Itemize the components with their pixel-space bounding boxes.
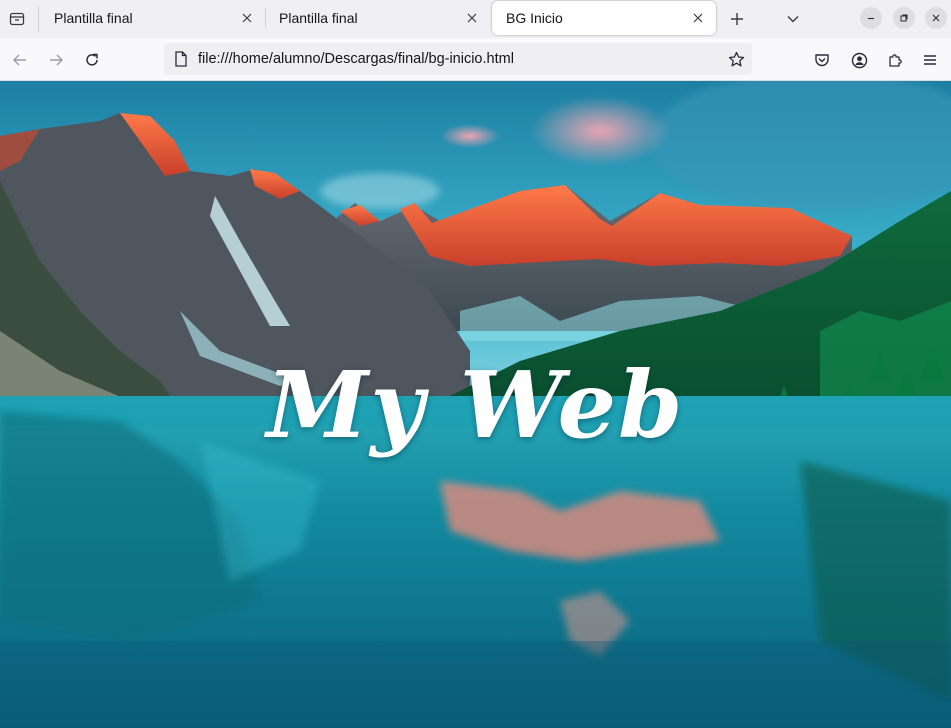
tab-list-icon: [9, 12, 25, 26]
tab-close-button[interactable]: [688, 8, 708, 28]
hamburger-icon: [924, 55, 936, 65]
page-content: My Web: [0, 81, 951, 728]
chevron-down-icon: [787, 16, 799, 23]
hero-title: My Web: [266, 351, 685, 459]
url-text[interactable]: file:///home/alumno/Descargas/final/bg-i…: [198, 51, 720, 67]
divider: [38, 6, 39, 32]
tab-plantilla-final-1[interactable]: Plantilla final: [40, 0, 265, 36]
minimize-icon: [868, 17, 874, 20]
close-icon: [693, 13, 703, 23]
minimize-button[interactable]: [860, 7, 882, 29]
tab-title: Plantilla final: [279, 10, 358, 26]
tab-strip: Plantilla final Plantilla final BG Inici…: [0, 0, 951, 38]
tab-close-button[interactable]: [237, 8, 257, 28]
pocket-button[interactable]: [808, 46, 836, 74]
extensions-button[interactable]: [881, 46, 909, 74]
navigation-toolbar: file:///home/alumno/Descargas/final/bg-i…: [0, 38, 951, 81]
close-icon: [467, 13, 477, 23]
puzzle-icon: [888, 53, 902, 67]
arrow-right-icon: [50, 54, 63, 66]
close-icon: [242, 13, 252, 23]
address-bar[interactable]: file:///home/alumno/Descargas/final/bg-i…: [164, 43, 752, 75]
restore-button[interactable]: [893, 7, 915, 29]
bookmark-button[interactable]: [720, 43, 752, 75]
app-menu-button[interactable]: [916, 46, 944, 74]
tab-title: Plantilla final: [54, 10, 133, 26]
tab-title: BG Inicio: [506, 10, 563, 26]
close-icon: [932, 14, 940, 22]
restore-icon: [900, 14, 908, 22]
tab-list-button[interactable]: [4, 6, 30, 32]
reload-button[interactable]: [78, 46, 106, 74]
close-window-button[interactable]: [925, 7, 947, 29]
forward-button[interactable]: [42, 46, 70, 74]
pocket-icon: [815, 54, 829, 67]
tab-bg-inicio[interactable]: BG Inicio: [492, 1, 716, 35]
tab-close-button[interactable]: [462, 8, 482, 28]
tab-overflow-button[interactable]: [780, 6, 806, 32]
tab-plantilla-final-2[interactable]: Plantilla final: [265, 0, 490, 36]
reload-icon: [86, 53, 98, 66]
plus-icon: [731, 13, 743, 25]
arrow-left-icon: [13, 54, 26, 66]
account-icon: [851, 52, 867, 68]
star-icon: [728, 51, 744, 66]
account-button[interactable]: [845, 46, 873, 74]
new-tab-button[interactable]: [724, 6, 750, 32]
back-button[interactable]: [6, 46, 34, 74]
page-icon: [164, 43, 198, 75]
